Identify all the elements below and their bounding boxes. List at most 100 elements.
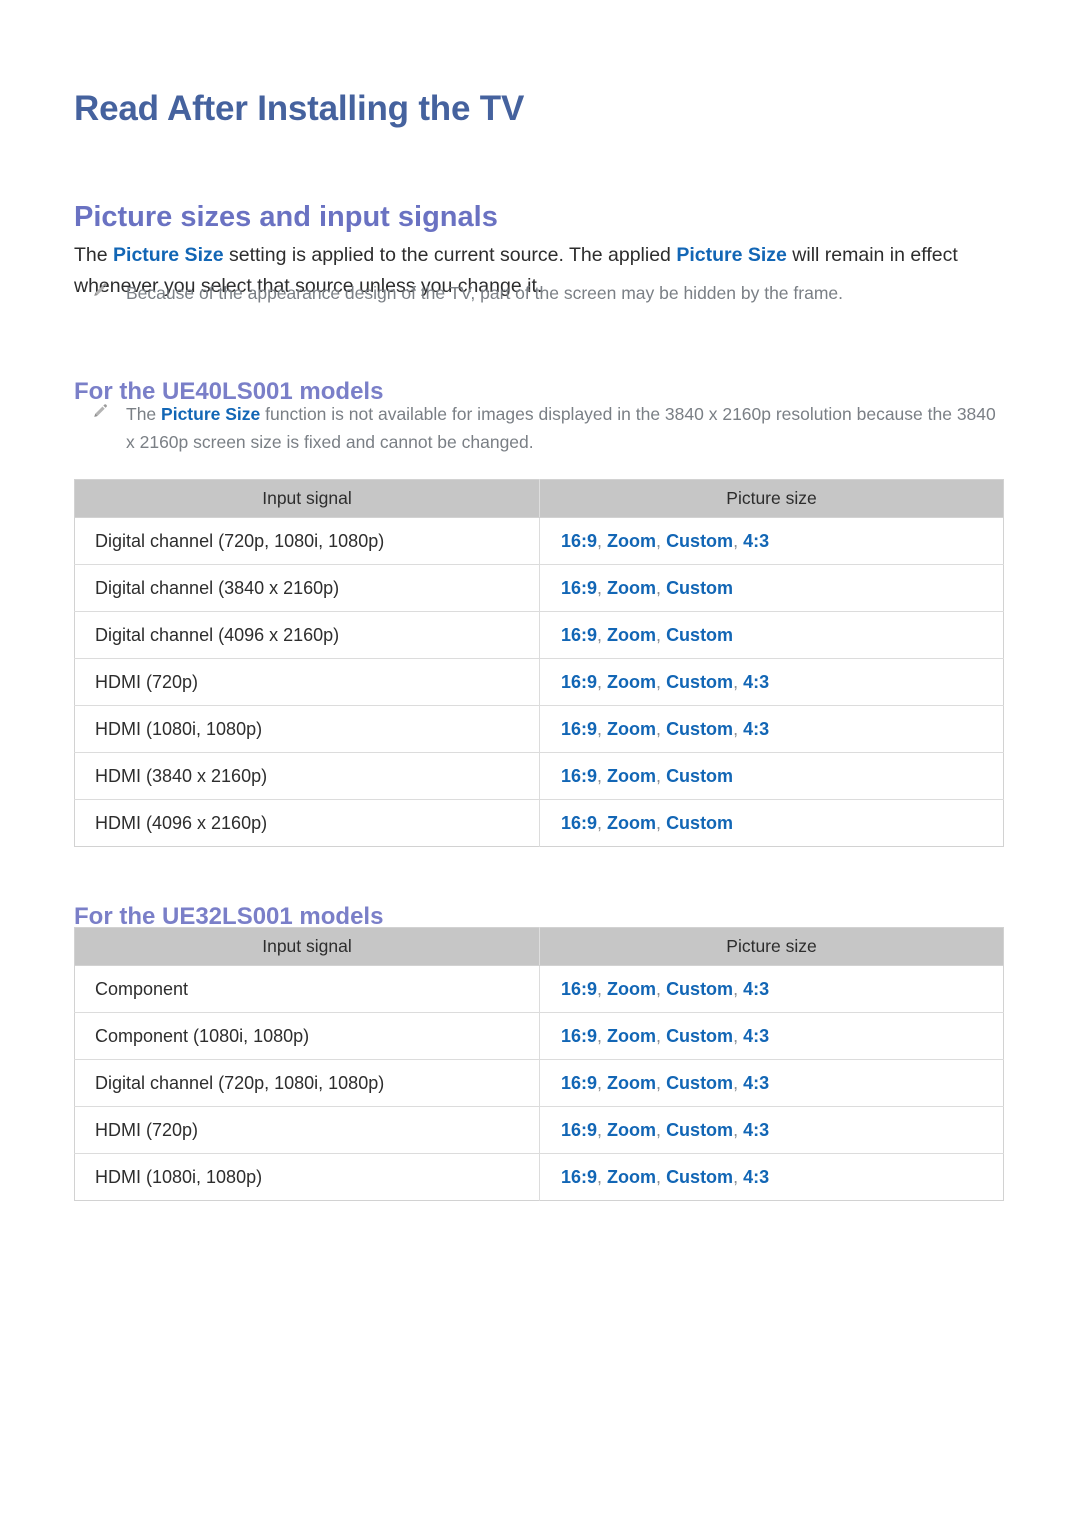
table-row: Digital channel (720p, 1080i, 1080p) 16:9… — [74, 1059, 1004, 1107]
table-row: HDMI (1080i, 1080p) 16:9, Zoom, Custom, 4… — [74, 1153, 1004, 1201]
cell-picture-size: 16:9, Zoom, Custom, 4:3 — [540, 966, 1004, 1013]
picture-size-value: 4:3 — [743, 1025, 770, 1046]
intro-keyword-2: Picture Size — [676, 243, 787, 266]
cell-input-signal: Component (1080i, 1080p) — [74, 1012, 540, 1060]
value-separator: , — [597, 577, 608, 598]
picture-size-value: Zoom — [607, 765, 657, 786]
cell-input-signal: HDMI (720p) — [74, 1106, 540, 1154]
note-frame-text: Because of the appearance design of the … — [126, 283, 843, 303]
value-separator: , — [656, 812, 667, 833]
value-separator: , — [597, 530, 608, 551]
value-separator: , — [733, 671, 744, 692]
value-separator: , — [656, 765, 667, 786]
table-ue40-picture-sizes: Input signal Picture size Digital channe… — [74, 479, 1004, 847]
value-separator: , — [597, 978, 608, 999]
picture-size-value: Custom — [666, 765, 734, 786]
table-row: Digital channel (4096 x 2160p) 16:9, Zoom… — [74, 611, 1004, 659]
picture-size-value: 4:3 — [743, 718, 770, 739]
section-heading: Picture sizes and input signals — [74, 201, 498, 234]
cell-picture-size: 16:9, Zoom, Custom — [539, 752, 1004, 800]
cell-picture-size: 16:9, Zoom, Custom — [539, 611, 1004, 659]
picture-size-value: 16:9 — [561, 812, 598, 833]
table-ue32-picture-sizes: Input signal Picture size Component 16:9,… — [74, 927, 1004, 1201]
picture-size-value: Zoom — [607, 1166, 657, 1187]
picture-size-value: Zoom — [607, 978, 657, 999]
table-row: HDMI (1080i, 1080p) 16:9, Zoom, Custom, 4… — [74, 705, 1004, 753]
picture-size-value: 16:9 — [561, 671, 598, 692]
note-uhd-text: The Picture Size function is not availab… — [126, 400, 1002, 456]
picture-size-value: Zoom — [607, 624, 657, 645]
cell-picture-size: 16:9, Zoom, Custom, 4:3 — [539, 1153, 1004, 1201]
column-header-input-signal: Input signal — [74, 927, 540, 966]
cell-input-signal: Digital channel (720p, 1080i, 1080p) — [74, 1059, 540, 1107]
picture-size-value: 16:9 — [561, 577, 598, 598]
column-header-picture-size: Picture size — [539, 927, 1004, 966]
picture-size-value: Custom — [666, 1072, 734, 1093]
table-row: HDMI (4096 x 2160p) 16:9, Zoom, Custom — [74, 799, 1004, 847]
table-body: Digital channel (720p, 1080i, 1080p) 16:9… — [74, 517, 1004, 847]
picture-size-value: Custom — [666, 1119, 734, 1140]
value-separator: , — [733, 530, 744, 551]
picture-size-value: Custom — [666, 624, 734, 645]
cell-picture-size: 16:9, Zoom, Custom — [539, 564, 1004, 612]
picture-size-value: Zoom — [607, 718, 657, 739]
picture-size-value: 16:9 — [561, 718, 598, 739]
value-separator: , — [656, 978, 667, 999]
cell-picture-size: 16:9, Zoom, Custom, 4:3 — [540, 518, 1004, 565]
value-separator: , — [733, 1166, 744, 1187]
table-row: HDMI (720p) 16:9, Zoom, Custom, 4:3 — [74, 658, 1004, 706]
value-separator: , — [656, 1166, 667, 1187]
cell-picture-size: 16:9, Zoom, Custom, 4:3 — [539, 658, 1004, 706]
value-separator: , — [656, 577, 667, 598]
picture-size-value: Custom — [666, 530, 734, 551]
picture-size-value: Zoom — [607, 671, 657, 692]
picture-size-value: 16:9 — [561, 978, 598, 999]
cell-input-signal: Digital channel (3840 x 2160p) — [74, 564, 540, 612]
value-separator: , — [733, 1072, 744, 1093]
table-body: Component 16:9, Zoom, Custom, 4:3 Componen… — [74, 965, 1004, 1201]
picture-size-value: Zoom — [607, 812, 657, 833]
value-separator: , — [597, 1166, 608, 1187]
cell-picture-size: 16:9, Zoom, Custom, 4:3 — [539, 1012, 1004, 1060]
value-separator: , — [656, 1072, 667, 1093]
picture-size-value: 16:9 — [561, 1119, 598, 1140]
note-uhd-text-1: The — [126, 404, 162, 424]
picture-size-value: 16:9 — [561, 1166, 598, 1187]
page-title: Read After Installing the TV — [74, 89, 525, 129]
value-separator: , — [733, 1119, 744, 1140]
table-row: HDMI (3840 x 2160p) 16:9, Zoom, Custom — [74, 752, 1004, 800]
picture-size-value: 16:9 — [561, 1072, 598, 1093]
picture-size-value: Zoom — [607, 1119, 657, 1140]
table-row: Digital channel (720p, 1080i, 1080p) 16:9… — [74, 517, 1004, 565]
picture-size-value: 16:9 — [561, 765, 598, 786]
intro-text-1: The — [74, 243, 114, 266]
cell-input-signal: HDMI (4096 x 2160p) — [74, 799, 540, 847]
picture-size-value: Custom — [666, 577, 734, 598]
value-separator: , — [597, 765, 608, 786]
intro-text-2: setting is applied to the current source… — [223, 243, 677, 266]
cell-input-signal: Digital channel (720p, 1080i, 1080p) — [74, 517, 540, 565]
picture-size-value: Custom — [666, 718, 734, 739]
column-header-picture-size: Picture size — [539, 479, 1004, 518]
picture-size-value: Custom — [666, 1166, 734, 1187]
intro-keyword-1: Picture Size — [113, 243, 224, 266]
picture-size-value: Custom — [666, 671, 734, 692]
cell-input-signal: Component — [74, 965, 540, 1013]
picture-size-value: 4:3 — [743, 1119, 770, 1140]
cell-input-signal: HDMI (1080i, 1080p) — [74, 705, 540, 753]
value-separator: , — [733, 718, 744, 739]
cell-input-signal: HDMI (720p) — [74, 658, 540, 706]
value-separator: , — [656, 1025, 667, 1046]
pencil-icon — [92, 279, 126, 303]
picture-size-value: 4:3 — [743, 1166, 770, 1187]
note-frame: Because of the appearance design of the … — [92, 279, 992, 307]
picture-size-value: 16:9 — [561, 530, 598, 551]
picture-size-value: Zoom — [607, 530, 657, 551]
table-row: HDMI (720p) 16:9, Zoom, Custom, 4:3 — [74, 1106, 1004, 1154]
value-separator: , — [597, 1119, 608, 1140]
table-row: Component 16:9, Zoom, Custom, 4:3 — [74, 965, 1004, 1013]
cell-input-signal: Digital channel (4096 x 2160p) — [74, 611, 540, 659]
cell-input-signal: HDMI (3840 x 2160p) — [74, 752, 540, 800]
table-row: Digital channel (3840 x 2160p) 16:9, Zoom… — [74, 564, 1004, 612]
pencil-icon — [92, 400, 126, 424]
